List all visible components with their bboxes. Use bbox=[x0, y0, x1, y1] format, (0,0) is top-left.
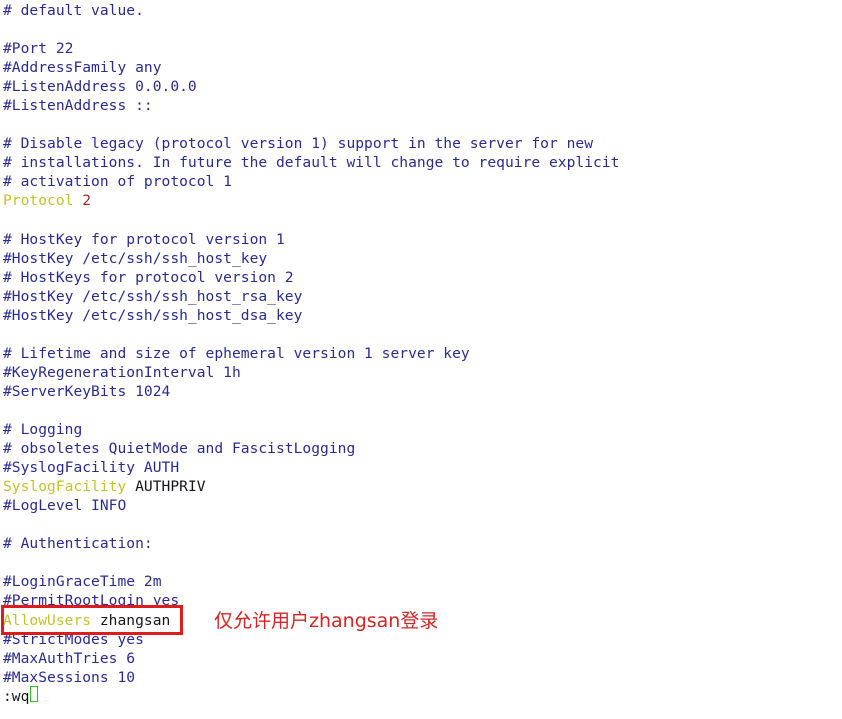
directive-value: 2 bbox=[73, 192, 92, 210]
code-line-comment: #AddressFamily any bbox=[3, 58, 833, 77]
comment-text: #HostKey /etc/ssh/ssh_host_rsa_key bbox=[3, 287, 303, 305]
directive-keyword: AllowUsers bbox=[3, 611, 92, 629]
code-line-comment: #HostKey /etc/ssh/ssh_host_dsa_key bbox=[3, 306, 833, 325]
code-line-comment: #HostKey /etc/ssh/ssh_host_rsa_key bbox=[3, 287, 833, 306]
vim-editor-window[interactable]: # default value. #Port 22 #AddressFamily … bbox=[0, 0, 842, 719]
comment-text: # activation of protocol 1 bbox=[3, 173, 232, 191]
code-text-area[interactable]: # default value. #Port 22 #AddressFamily … bbox=[3, 1, 833, 706]
code-line-comment: #Port 22 bbox=[3, 39, 833, 58]
comment-text: # HostKey for protocol version 1 bbox=[3, 230, 285, 248]
code-line-directive: SyslogFacility AUTHPRIV bbox=[3, 477, 833, 496]
code-line-comment: #SyslogFacility AUTH bbox=[3, 458, 833, 477]
code-line-comment: # Disable legacy (protocol version 1) su… bbox=[3, 134, 833, 153]
code-line-comment: # HostKey for protocol version 1 bbox=[3, 230, 833, 249]
comment-text: # installations. In future the default w… bbox=[3, 154, 620, 172]
comment-text: # Lifetime and size of ephemeral version… bbox=[3, 344, 470, 362]
comment-text: # Disable legacy (protocol version 1) su… bbox=[3, 135, 594, 153]
code-line-comment: # activation of protocol 1 bbox=[3, 172, 833, 191]
comment-text: #MaxAuthTries 6 bbox=[3, 649, 136, 667]
code-line-comment: #LogLevel INFO bbox=[3, 496, 833, 515]
comment-text: # obsoletes QuietMode and FascistLogging bbox=[3, 440, 356, 458]
code-line-comment: # installations. In future the default w… bbox=[3, 153, 833, 172]
text-cursor bbox=[30, 686, 38, 702]
comment-text: # default value. bbox=[3, 2, 144, 19]
code-line-comment: # HostKeys for protocol version 2 bbox=[3, 268, 833, 287]
comment-text: #PermitRootLogin yes bbox=[3, 592, 180, 610]
comment-text: #HostKey /etc/ssh/ssh_host_key bbox=[3, 249, 268, 267]
comment-text: #StrictModes yes bbox=[3, 630, 144, 648]
comment-text: # Authentication: bbox=[3, 535, 153, 553]
code-line-comment: # Lifetime and size of ephemeral version… bbox=[3, 344, 833, 363]
directive-value: zhangsan bbox=[91, 611, 171, 629]
code-line-comment: #MaxAuthTries 6 bbox=[3, 649, 833, 668]
directive-keyword: SyslogFacility bbox=[3, 478, 127, 496]
code-line-comment: # Logging bbox=[3, 420, 833, 439]
comment-text: #AddressFamily any bbox=[3, 59, 162, 77]
comment-text: #Port 22 bbox=[3, 40, 74, 58]
comment-text: #ListenAddress 0.0.0.0 bbox=[3, 78, 197, 96]
comment-text: # Logging bbox=[3, 421, 83, 439]
code-line-comment: # Authentication: bbox=[3, 534, 833, 553]
vim-command-line: :wq bbox=[3, 687, 833, 706]
comment-text: #ServerKeyBits 1024 bbox=[3, 382, 171, 400]
code-line-comment: #ServerKeyBits 1024 bbox=[3, 382, 833, 401]
comment-text: # HostKeys for protocol version 2 bbox=[3, 268, 294, 286]
code-line-comment: # default value. bbox=[3, 1, 833, 20]
comment-text: #LoginGraceTime 2m bbox=[3, 573, 162, 591]
code-line-comment: #LoginGraceTime 2m bbox=[3, 572, 833, 591]
comment-text: #ListenAddress :: bbox=[3, 97, 153, 115]
code-line-comment: #ListenAddress :: bbox=[3, 96, 833, 115]
comment-text: #SyslogFacility AUTH bbox=[3, 459, 180, 477]
code-line-comment: #MaxSessions 10 bbox=[3, 668, 833, 687]
comment-text: #LogLevel INFO bbox=[3, 497, 127, 515]
code-line-directive: Protocol 2 bbox=[3, 191, 833, 210]
code-line-comment: #HostKey /etc/ssh/ssh_host_key bbox=[3, 249, 833, 268]
code-line-comment: # obsoletes QuietMode and FascistLogging bbox=[3, 439, 833, 458]
code-line-comment: #KeyRegenerationInterval 1h bbox=[3, 363, 833, 382]
code-line-comment: #PermitRootLogin yes bbox=[3, 591, 833, 610]
code-line-comment: #ListenAddress 0.0.0.0 bbox=[3, 77, 833, 96]
annotation-text: 仅允许用户zhangsan登录 bbox=[214, 610, 439, 632]
vim-command-text: :wq bbox=[3, 687, 30, 705]
comment-text: #HostKey /etc/ssh/ssh_host_dsa_key bbox=[3, 306, 303, 324]
comment-text: #KeyRegenerationInterval 1h bbox=[3, 363, 241, 381]
directive-keyword: Protocol bbox=[3, 192, 74, 210]
directive-value: AUTHPRIV bbox=[126, 478, 206, 496]
comment-text: #MaxSessions 10 bbox=[3, 668, 136, 686]
